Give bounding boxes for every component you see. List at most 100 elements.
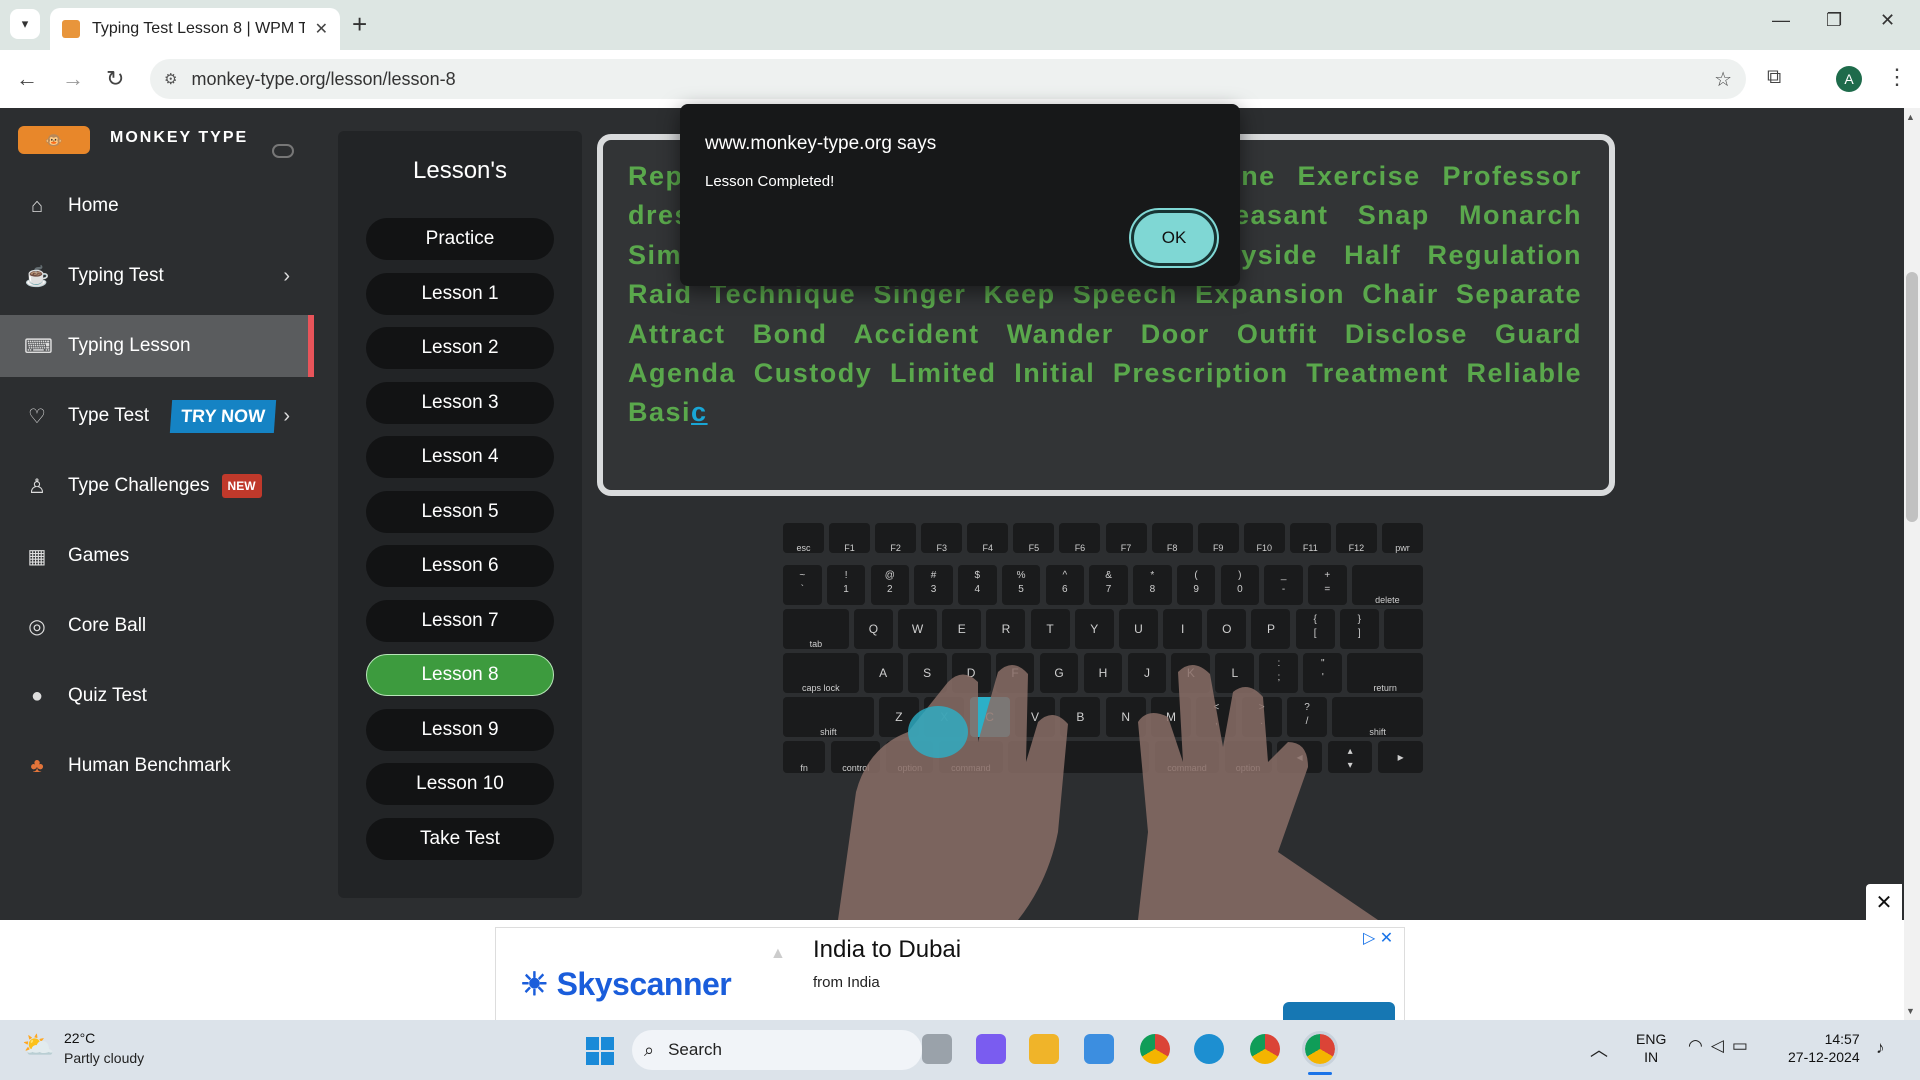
adchoices-icon[interactable]: ▷ ✕ (1363, 928, 1393, 948)
key-f9: F9 (1197, 523, 1239, 553)
brand-name[interactable]: MONKEY TYPE (110, 129, 248, 147)
key--5: % 5 (1001, 565, 1041, 605)
taskbar-search[interactable]: ⌕ Search (632, 1030, 922, 1070)
weather-temp[interactable]: 22°C (64, 1030, 95, 1046)
copilot-icon[interactable] (976, 1034, 1006, 1064)
file-explorer-icon[interactable] (1029, 1034, 1059, 1064)
sidebar-item-type-challenges[interactable]: ♙ Type Challenges NEW (0, 455, 314, 517)
region-code: IN (1644, 1049, 1659, 1065)
language-indicator[interactable]: ENG IN (1636, 1030, 1666, 1066)
lesson-button-7[interactable]: Lesson 7 (366, 600, 554, 642)
site-info-icon[interactable]: ⚙ (164, 70, 177, 88)
task-view-icon[interactable] (922, 1034, 952, 1064)
key-j: J (1127, 653, 1167, 693)
ad-carousel-up-icon[interactable]: ▲ (770, 945, 786, 963)
sidebar-item-home[interactable]: ⌂ Home (0, 175, 314, 237)
close-window-icon[interactable]: ✕ (1880, 10, 1895, 31)
sidebar-item-typing-lesson[interactable]: ⌨ Typing Lesson (0, 315, 314, 377)
forward-icon[interactable]: → (62, 66, 84, 92)
key-b: B (1060, 697, 1101, 737)
key-option: option (886, 741, 934, 773)
chrome-profile-icon[interactable] (1250, 1034, 1280, 1064)
browser-menu-icon[interactable]: ⋮ (1886, 64, 1908, 90)
award-icon: ♙ (28, 475, 46, 498)
key--: " ' (1303, 653, 1343, 693)
key-q: Q (853, 609, 893, 649)
sidebar-item-human-benchmark[interactable]: ♣ Human Benchmark (0, 735, 314, 797)
search-label: Search (668, 1040, 722, 1059)
key--0: ) 0 (1220, 565, 1260, 605)
minimize-icon[interactable]: — (1772, 10, 1790, 31)
lesson-button-4[interactable]: Lesson 4 (366, 436, 554, 478)
sidebar-item-core-ball[interactable]: ◎ Core Ball (0, 595, 314, 657)
ad-cta-button[interactable] (1283, 1002, 1395, 1020)
lesson-button-3[interactable]: Lesson 3 (366, 382, 554, 424)
lesson-button-9[interactable]: Lesson 9 (366, 709, 554, 751)
profile-avatar[interactable]: A (1836, 66, 1862, 92)
key-f10: F10 (1243, 523, 1285, 553)
key-w: W (898, 609, 938, 649)
close-tab-icon[interactable]: ✕ (315, 19, 328, 39)
page-scrollbar[interactable] (1904, 108, 1920, 1020)
system-status-icons[interactable]: ◠◁▭ (1688, 1036, 1756, 1056)
new-tab-button[interactable]: + (352, 10, 367, 38)
weather-desc[interactable]: Partly cloudy (64, 1050, 144, 1066)
restore-icon[interactable]: ❐ (1826, 10, 1842, 31)
lesson-button-2[interactable]: Lesson 2 (366, 327, 554, 369)
extensions-icon[interactable]: ⧉ (1767, 66, 1781, 89)
ad-subtitle: from India (813, 974, 880, 991)
sidebar-item-quiz-test[interactable]: ● Quiz Test (0, 665, 314, 727)
new-badge: NEW (221, 474, 262, 498)
key-z: Z (878, 697, 919, 737)
back-icon[interactable]: ← (16, 66, 38, 92)
key-shift: shift (1332, 697, 1423, 737)
lesson-button-5[interactable]: Lesson 5 (366, 491, 554, 533)
sidebar-item-label: Type Challenges (68, 475, 210, 496)
alert-ok-button[interactable]: OK (1129, 208, 1219, 268)
reload-icon[interactable]: ↻ (106, 66, 124, 92)
browser-tab[interactable]: Typing Test Lesson 8 | WPM Tes ✕ (50, 8, 340, 50)
tray-overflow-icon[interactable]: ︿ (1590, 1036, 1608, 1062)
ad-title[interactable]: India to Dubai (813, 936, 961, 964)
notification-bell-icon[interactable]: ♪ (1876, 1038, 1885, 1058)
close-ad-button[interactable]: ✕ (1866, 884, 1902, 920)
key--7: & 7 (1089, 565, 1128, 605)
key-space (1008, 741, 1150, 773)
weather-icon[interactable]: ⛅ (22, 1030, 58, 1064)
sidebar-item-type-test[interactable]: ♡ Type Test TRY NOW › (0, 385, 314, 447)
lesson-button-10[interactable]: Lesson 10 (366, 763, 554, 805)
lesson-button-6[interactable]: Lesson 6 (366, 545, 554, 587)
lesson-button-8[interactable]: Lesson 8 (366, 654, 554, 696)
monkey-logo-icon[interactable]: 🐵 (18, 126, 90, 154)
lesson-button-practice[interactable]: Practice (366, 218, 554, 260)
scroll-up-icon[interactable]: ▲ (1906, 112, 1915, 122)
chrome-icon[interactable] (1140, 1034, 1170, 1064)
chrome-active-icon[interactable] (1302, 1031, 1338, 1067)
take-test-button[interactable]: Take Test (366, 818, 554, 860)
sidebar-item-label: Human Benchmark (68, 755, 231, 776)
clock[interactable]: 14:57 27-12-2024 (1788, 1030, 1860, 1066)
key-fn: fn (783, 741, 826, 773)
scroll-down-icon[interactable]: ▼ (1906, 1006, 1915, 1016)
try-now-badge: TRY NOW (169, 399, 277, 433)
skyscanner-logo: ☀ Skyscanner (520, 965, 732, 1003)
scrollbar-thumb[interactable] (1906, 272, 1918, 522)
lesson-button-1[interactable]: Lesson 1 (366, 273, 554, 315)
sidebar-item-label: Quiz Test (68, 685, 147, 706)
sidebar-item-label: Type Test (68, 405, 149, 426)
bookmark-star-icon[interactable]: ☆ (1714, 67, 1732, 92)
grid-icon: ▦ (27, 545, 47, 568)
sidebar-item-games[interactable]: ▦ Games (0, 525, 314, 587)
tab-search-button[interactable]: ▾ (10, 9, 40, 39)
edge-icon[interactable] (1194, 1034, 1224, 1064)
windows-start-icon[interactable] (585, 1036, 615, 1066)
key-f8: F8 (1151, 523, 1193, 553)
address-bar[interactable]: ⚙ monkey-type.org/lesson/lesson-8 ☆ (150, 59, 1746, 99)
theme-toggle[interactable] (272, 144, 294, 158)
key-s: S (907, 653, 947, 693)
key-m: M (1150, 697, 1192, 737)
site-favicon-icon (62, 20, 80, 38)
microsoft-store-icon[interactable] (1084, 1034, 1114, 1064)
key--: ▴ ▾ (1327, 741, 1373, 773)
sidebar-item-typing-test[interactable]: ☕ Typing Test › (0, 245, 314, 307)
